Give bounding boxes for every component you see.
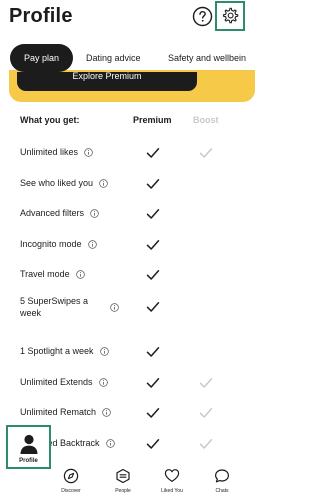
feature-label: See who liked you (20, 178, 94, 188)
nav-profile-label: Profile (19, 458, 38, 464)
nav-people-label: People (115, 488, 131, 494)
check-icon (146, 408, 160, 418)
info-icon[interactable] (90, 208, 99, 218)
premium-included (146, 268, 160, 280)
check-icon (146, 270, 160, 280)
check-icon (146, 209, 160, 219)
premium-included (146, 177, 160, 189)
person-icon (20, 434, 37, 454)
feature-name: Unlimited Extends (20, 376, 108, 388)
people-icon (116, 468, 130, 484)
boost-included (199, 345, 213, 357)
feature-name: Unlimited Rematch (20, 406, 111, 418)
nav-people[interactable]: People (100, 452, 146, 500)
check-icon (146, 240, 160, 250)
boost-included (199, 177, 213, 189)
column-header-premium: Premium (133, 115, 172, 125)
nav-liked-you-label: Liked You (161, 488, 183, 494)
feature-name: 1 Spotlight a week (20, 345, 109, 357)
gear-icon (222, 7, 239, 24)
check-icon (146, 439, 160, 449)
feature-label: Unlimited likes (20, 147, 79, 157)
check-icon (146, 148, 160, 158)
premium-included (146, 207, 160, 219)
tab-pay-plan[interactable]: Pay plan (10, 44, 73, 72)
check-icon (199, 378, 213, 388)
feature-label: 1 Spotlight a week (20, 346, 94, 356)
feature-name: Unlimited likes (20, 146, 93, 158)
feature-name: Travel mode (20, 268, 85, 280)
feature-label: Travel mode (20, 269, 70, 279)
compass-icon (63, 468, 79, 484)
info-icon[interactable] (102, 407, 111, 417)
check-icon (146, 302, 160, 312)
nav-chats-label: Chats (215, 488, 229, 494)
check-icon (146, 378, 160, 388)
help-circle-icon (192, 6, 213, 27)
feature-name: Incognito mode (20, 238, 97, 250)
tab-safety-wellbeing[interactable]: Safety and wellbeing (168, 44, 246, 72)
check-icon (199, 439, 213, 449)
feature-name: See who liked you (20, 177, 108, 189)
premium-included (146, 238, 160, 250)
boost-included (199, 406, 213, 418)
explore-premium-label: Explore Premium (72, 72, 142, 81)
feature-label: Unlimited Extends (20, 377, 93, 387)
page-title: Profile (9, 5, 73, 27)
column-header-features: What you get: (20, 115, 80, 125)
nav-chats[interactable]: Chats (199, 452, 245, 500)
premium-included (146, 437, 160, 449)
feature-label: Advanced filters (20, 208, 85, 218)
boost-included (199, 268, 213, 280)
tab-dating-advice[interactable]: Dating advice (86, 44, 141, 72)
info-icon[interactable] (99, 346, 109, 356)
check-icon (146, 347, 160, 357)
premium-included (146, 345, 160, 357)
feature-label: Unlimited Rematch (20, 407, 97, 417)
info-icon[interactable] (110, 302, 119, 312)
heart-icon (164, 469, 180, 482)
check-icon (199, 408, 213, 418)
premium-included (146, 300, 160, 312)
info-icon[interactable] (99, 178, 108, 188)
feature-name: 5 SuperSwipes a week (20, 295, 119, 319)
boost-included (199, 238, 213, 250)
boost-included (199, 437, 213, 449)
info-icon[interactable] (105, 438, 115, 448)
premium-included (146, 146, 160, 158)
header: Profile (0, 0, 246, 38)
check-icon (146, 179, 160, 189)
feature-label: 5 SuperSwipes a week (20, 296, 89, 318)
nav-liked-you[interactable]: Liked You (149, 452, 195, 500)
help-button[interactable] (192, 6, 213, 27)
info-icon[interactable] (98, 377, 108, 387)
column-header-boost: Boost (193, 115, 219, 125)
feature-label: Incognito mode (20, 239, 82, 249)
info-icon[interactable] (84, 147, 93, 157)
info-icon[interactable] (87, 239, 97, 249)
check-icon (199, 148, 213, 158)
boost-included (199, 300, 213, 312)
premium-included (146, 376, 160, 388)
nav-discover-label: Discover (61, 488, 81, 494)
boost-included (199, 207, 213, 219)
tab-bar: Pay plan Dating advice Safety and wellbe… (0, 44, 246, 72)
boost-included (199, 376, 213, 388)
nav-discover[interactable]: Discover (48, 452, 94, 500)
info-icon[interactable] (75, 269, 85, 279)
premium-included (146, 406, 160, 418)
boost-included (199, 146, 213, 158)
explore-premium-button[interactable]: Explore Premium (17, 72, 197, 91)
nav-profile[interactable]: Profile (6, 425, 51, 469)
feature-name: Advanced filters (20, 207, 99, 219)
settings-button[interactable] (215, 1, 245, 31)
chat-icon (215, 469, 229, 483)
